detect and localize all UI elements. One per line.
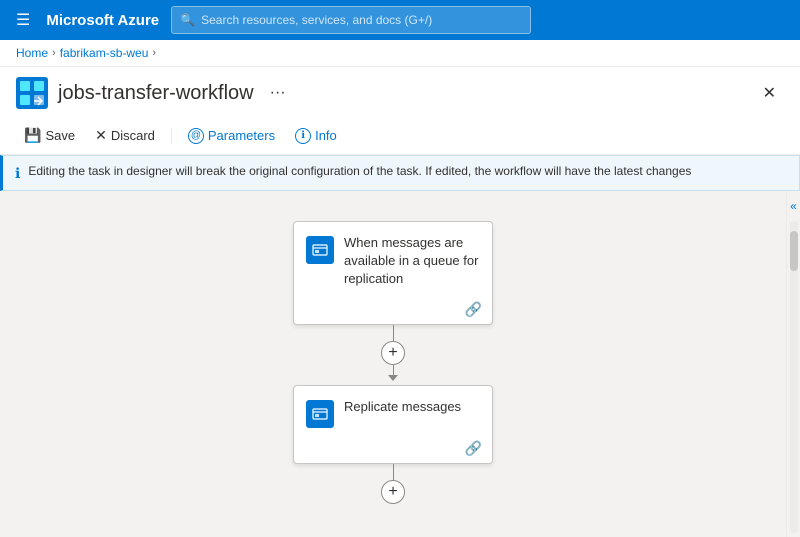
node-1-title: When messages are available in a queue f… — [344, 234, 480, 289]
scrollbar-panel: « — [786, 191, 800, 537]
page-title: jobs-transfer-workflow — [58, 82, 254, 105]
save-icon: 💾 — [24, 127, 41, 144]
workflow-node-2[interactable]: Replicate messages 🔗 — [293, 385, 493, 464]
toolbar-separator — [171, 128, 172, 144]
node-2-icon — [306, 400, 334, 428]
canvas-area: When messages are available in a queue f… — [0, 191, 800, 537]
info-banner: ℹ Editing the task in designer will brea… — [0, 155, 800, 191]
parameters-icon: @ — [188, 128, 204, 144]
breadcrumb-home[interactable]: Home — [16, 46, 48, 60]
nav-search[interactable]: 🔍 Search resources, services, and docs (… — [171, 6, 531, 34]
nav-brand: Microsoft Azure — [46, 12, 159, 29]
discard-button[interactable]: ✕ Discard — [87, 123, 163, 148]
connector-line-top — [393, 325, 394, 341]
breadcrumb-sep-2: › — [152, 47, 156, 59]
breadcrumb-sep-1: › — [52, 47, 56, 59]
save-button[interactable]: 💾 Save — [16, 123, 83, 148]
node-2-footer: 🔗 — [294, 436, 492, 463]
connector-arrow — [388, 375, 398, 381]
parameters-button[interactable]: @ Parameters — [180, 124, 283, 148]
scrollbar-track[interactable] — [790, 221, 798, 533]
close-button[interactable]: ✕ — [755, 79, 784, 107]
node-1-icon — [306, 236, 334, 264]
collapse-panel-icon[interactable]: « — [786, 195, 800, 217]
search-icon: 🔍 — [180, 13, 195, 27]
more-options-button[interactable]: ··· — [264, 82, 292, 104]
info-banner-icon: ℹ — [15, 165, 20, 182]
save-label: Save — [45, 128, 75, 143]
info-banner-text: Editing the task in designer will break … — [28, 164, 691, 178]
discard-icon: ✕ — [95, 127, 107, 144]
node-1-link-icon: 🔗 — [465, 301, 482, 318]
node-2-link-icon: 🔗 — [465, 440, 482, 457]
add-step-button-2[interactable]: + — [381, 480, 405, 504]
page-header: jobs-transfer-workflow ··· ✕ 💾 Save ✕ Di… — [0, 67, 800, 155]
canvas-content: When messages are available in a queue f… — [293, 211, 493, 517]
info-button[interactable]: ℹ Info — [287, 124, 345, 148]
connector-line-bottom — [393, 365, 394, 375]
nav-bar: ☰ Microsoft Azure 🔍 Search resources, se… — [0, 0, 800, 40]
scrollbar-thumb[interactable] — [790, 231, 798, 271]
page-icon — [16, 77, 48, 109]
breadcrumb-fabrikam[interactable]: fabrikam-sb-weu — [60, 46, 149, 60]
connector-2: + — [381, 464, 405, 514]
parameters-label: Parameters — [208, 128, 275, 143]
workflow-node-1[interactable]: When messages are available in a queue f… — [293, 221, 493, 325]
bottom-line — [393, 464, 394, 480]
search-placeholder: Search resources, services, and docs (G+… — [201, 13, 432, 27]
info-icon: ℹ — [295, 128, 311, 144]
node-2-title: Replicate messages — [344, 398, 461, 416]
toolbar: 💾 Save ✕ Discard @ Parameters ℹ Info — [16, 117, 784, 154]
hamburger-icon[interactable]: ☰ — [12, 6, 34, 34]
connector-1: + — [381, 325, 405, 385]
breadcrumb: Home › fabrikam-sb-weu › — [0, 40, 800, 67]
discard-label: Discard — [111, 128, 155, 143]
add-step-button-1[interactable]: + — [381, 341, 405, 365]
canvas-scroll[interactable]: When messages are available in a queue f… — [0, 191, 786, 537]
info-label: Info — [315, 128, 337, 143]
node-1-footer: 🔗 — [294, 297, 492, 324]
